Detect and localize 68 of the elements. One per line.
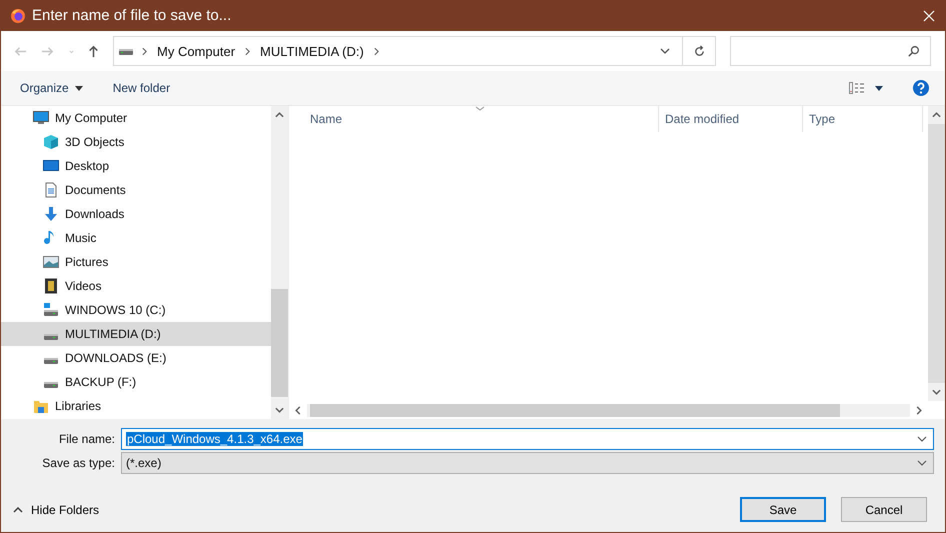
folder-tree-item[interactable]: WINDOWS 10 (C:)	[1, 298, 271, 322]
chevron-up-icon	[13, 506, 23, 512]
computer-icon	[33, 110, 49, 126]
chevron-down-icon	[917, 460, 927, 466]
save-as-type-label: Save as type:	[41, 456, 116, 470]
chevron-down-icon[interactable]	[917, 436, 927, 442]
view-details-icon[interactable]	[849, 82, 865, 94]
document-icon	[43, 182, 59, 198]
chevron-right-icon[interactable]	[142, 46, 147, 56]
refresh-icon[interactable]	[692, 44, 706, 58]
scrollbar-thumb[interactable]	[928, 124, 945, 383]
drive-icon	[118, 46, 134, 56]
scrollbar-thumb[interactable]	[310, 404, 840, 416]
download-icon	[43, 206, 59, 222]
save-button[interactable]: Save	[740, 497, 826, 522]
chevron-right-icon[interactable]	[374, 46, 379, 56]
organize-button[interactable]: Organize	[11, 77, 92, 99]
drive-icon	[43, 357, 59, 365]
desktop-icon	[43, 158, 59, 174]
chevron-down-icon[interactable]	[660, 48, 670, 54]
caret-icon	[74, 86, 83, 90]
folder-tree-item[interactable]: Videos	[1, 274, 271, 298]
file-name-label: File name:	[58, 432, 116, 446]
folder-tree-item[interactable]: DOWNLOADS (E:)	[1, 346, 271, 370]
save-as-type-dropdown[interactable]: (*.exe)	[121, 452, 934, 474]
sort-chevron-icon	[475, 106, 485, 111]
scroll-right-icon[interactable]	[916, 406, 922, 414]
folder-tree-item[interactable]: BACKUP (F:)	[1, 370, 271, 394]
folder-tree-item[interactable]: Desktop	[1, 154, 271, 178]
caret-icon[interactable]	[875, 86, 883, 90]
column-header[interactable]: Date modified	[659, 106, 803, 132]
breadcrumb-item[interactable]: My Computer	[157, 44, 236, 58]
column-header[interactable]: Name	[289, 106, 659, 132]
folder-tree-item[interactable]: Documents	[1, 178, 271, 202]
close-icon[interactable]	[923, 10, 935, 22]
folder-tree-item[interactable]: My Computer	[1, 106, 271, 130]
folder-tree-item[interactable]: Libraries	[1, 394, 271, 418]
folder-tree-item[interactable]: Music	[1, 226, 271, 250]
video-icon	[43, 278, 59, 294]
help-icon[interactable]	[913, 80, 929, 96]
pictures-icon	[43, 254, 59, 270]
folder-tree-item[interactable]: Downloads	[1, 202, 271, 226]
drive-icon	[43, 381, 59, 389]
chevron-right-icon[interactable]	[245, 46, 250, 56]
browser-logo-icon	[10, 8, 26, 24]
file-name-field[interactable]: pCloud_Windows_4.1.3_x64.exe	[121, 428, 934, 450]
folder-tree-item[interactable]: 3D Objects	[1, 130, 271, 154]
scrollbar-thumb[interactable]	[271, 289, 288, 397]
column-header[interactable]: Type	[803, 106, 923, 132]
library-icon	[33, 398, 49, 414]
scroll-up-icon[interactable]	[275, 112, 284, 118]
address-bar[interactable]: My Computer MULTIMEDIA (D:)	[113, 36, 716, 66]
search-icon	[907, 44, 920, 58]
breadcrumb-item[interactable]: MULTIMEDIA (D:)	[260, 44, 364, 58]
search-field[interactable]	[730, 36, 931, 66]
folder-tree-item[interactable]: Pictures	[1, 250, 271, 274]
cancel-button[interactable]: Cancel	[841, 497, 927, 522]
window-title: Enter name of file to save to...	[32, 7, 232, 24]
scroll-left-icon[interactable]	[295, 406, 301, 414]
scroll-down-icon[interactable]	[932, 389, 941, 395]
scroll-down-icon[interactable]	[275, 407, 284, 413]
system-drive-icon	[43, 302, 59, 318]
cube-icon	[43, 134, 59, 150]
folder-tree-item[interactable]: MULTIMEDIA (D:)	[1, 322, 271, 346]
new-folder-button[interactable]: New folder	[104, 77, 180, 99]
hide-folders-button[interactable]: Hide Folders	[13, 502, 100, 516]
drive-icon	[43, 333, 59, 341]
scroll-up-icon[interactable]	[932, 112, 941, 118]
